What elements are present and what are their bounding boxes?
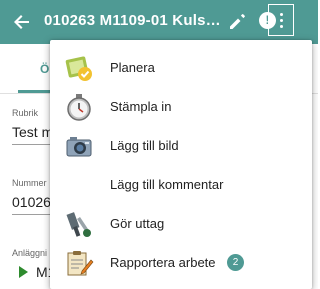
menu-item-label: Gör uttag [110,216,165,231]
stopwatch-icon [64,92,94,122]
menu-item-label: Planera [110,60,155,75]
overflow-menu: Planera Stämpla in Lägg till bild Lägg t… [50,40,312,289]
menu-item-planera[interactable]: Planera [50,49,312,87]
anlaggning-label: Anläggni [12,248,48,258]
back-arrow-icon[interactable] [10,10,34,34]
screen: 010263 M1109-01 Kuls… ! Ö Rubrik Test m … [0,0,318,289]
menu-item-lagg-till-kommentar[interactable]: Lägg till kommentar [50,166,312,204]
rubrik-field[interactable]: Test m [12,124,53,140]
rubrik-label: Rubrik [12,108,39,118]
report-icon [64,248,94,278]
menu-item-label: Rapportera arbete [110,255,216,270]
edit-pencil-icon[interactable] [227,10,249,32]
menu-item-lagg-till-bild[interactable]: Lägg till bild [50,127,312,165]
nummer-label: Nummer [12,178,47,188]
report-count-badge: 2 [227,254,244,271]
camera-icon [64,131,94,161]
planner-icon [64,53,94,83]
menu-item-label: Stämpla in [110,99,172,114]
more-vertical-icon[interactable] [268,4,294,36]
tab-overview[interactable]: Ö [40,62,49,76]
app-bar: 010263 M1109-01 Kuls… ! [0,0,318,44]
menu-item-label: Lägg till bild [110,138,179,153]
menu-item-label: Lägg till kommentar [110,177,224,192]
menu-item-stampla-in[interactable]: Stämpla in [50,88,312,126]
play-icon [19,266,28,278]
menu-item-gor-uttag[interactable]: Gör uttag [50,205,312,243]
tools-icon [64,209,94,239]
menu-item-rapportera-arbete[interactable]: Rapportera arbete 2 [50,244,312,282]
nummer-field[interactable]: 01026 [12,194,51,210]
page-title: 010263 M1109-01 Kuls… [44,12,221,29]
